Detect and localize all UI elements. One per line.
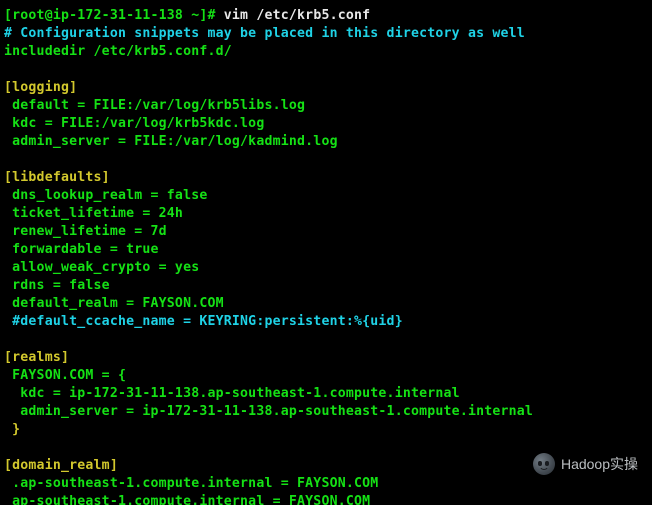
- realm-open: FAYSON.COM = {: [4, 368, 126, 383]
- conf-line: renew_lifetime = 7d: [4, 224, 167, 239]
- conf-line: forwardable = true: [4, 242, 159, 257]
- wechat-watermark: Hadoop实操: [533, 453, 638, 475]
- section-header-libdefaults: [libdefaults]: [4, 170, 110, 185]
- conf-commented-line: #default_ccache_name = KEYRING:persisten…: [4, 314, 403, 329]
- shell-command: vim /etc/krb5.conf: [224, 8, 371, 23]
- section-header-logging: [logging]: [4, 80, 77, 95]
- section-header-domain-realm: [domain_realm]: [4, 458, 118, 473]
- conf-line: admin_server = ip-172-31-11-138.ap-south…: [4, 404, 533, 419]
- conf-line: kdc = ip-172-31-11-138.ap-southeast-1.co…: [4, 386, 460, 401]
- conf-line: dns_lookup_realm = false: [4, 188, 208, 203]
- conf-line: ap-southeast-1.compute.internal = FAYSON…: [4, 494, 370, 505]
- conf-line: ticket_lifetime = 24h: [4, 206, 183, 221]
- shell-prompt: [root@ip-172-31-11-138 ~]#: [4, 8, 216, 23]
- terminal-output[interactable]: [root@ip-172-31-11-138 ~]# vim /etc/krb5…: [0, 0, 652, 505]
- section-header-realms: [realms]: [4, 350, 69, 365]
- conf-line: default = FILE:/var/log/krb5libs.log: [4, 98, 305, 113]
- watermark-text: Hadoop实操: [561, 454, 638, 474]
- conf-comment-top: # Configuration snippets may be placed i…: [4, 26, 525, 41]
- conf-line: allow_weak_crypto = yes: [4, 260, 199, 275]
- conf-line: admin_server = FILE:/var/log/kadmind.log: [4, 134, 338, 149]
- conf-includedir: includedir /etc/krb5.conf.d/: [4, 44, 232, 59]
- conf-line: .ap-southeast-1.compute.internal = FAYSO…: [4, 476, 378, 491]
- conf-line: rdns = false: [4, 278, 110, 293]
- wechat-icon: [533, 453, 555, 475]
- realm-close: }: [4, 422, 20, 437]
- conf-line: default_realm = FAYSON.COM: [4, 296, 224, 311]
- conf-line: kdc = FILE:/var/log/krb5kdc.log: [4, 116, 264, 131]
